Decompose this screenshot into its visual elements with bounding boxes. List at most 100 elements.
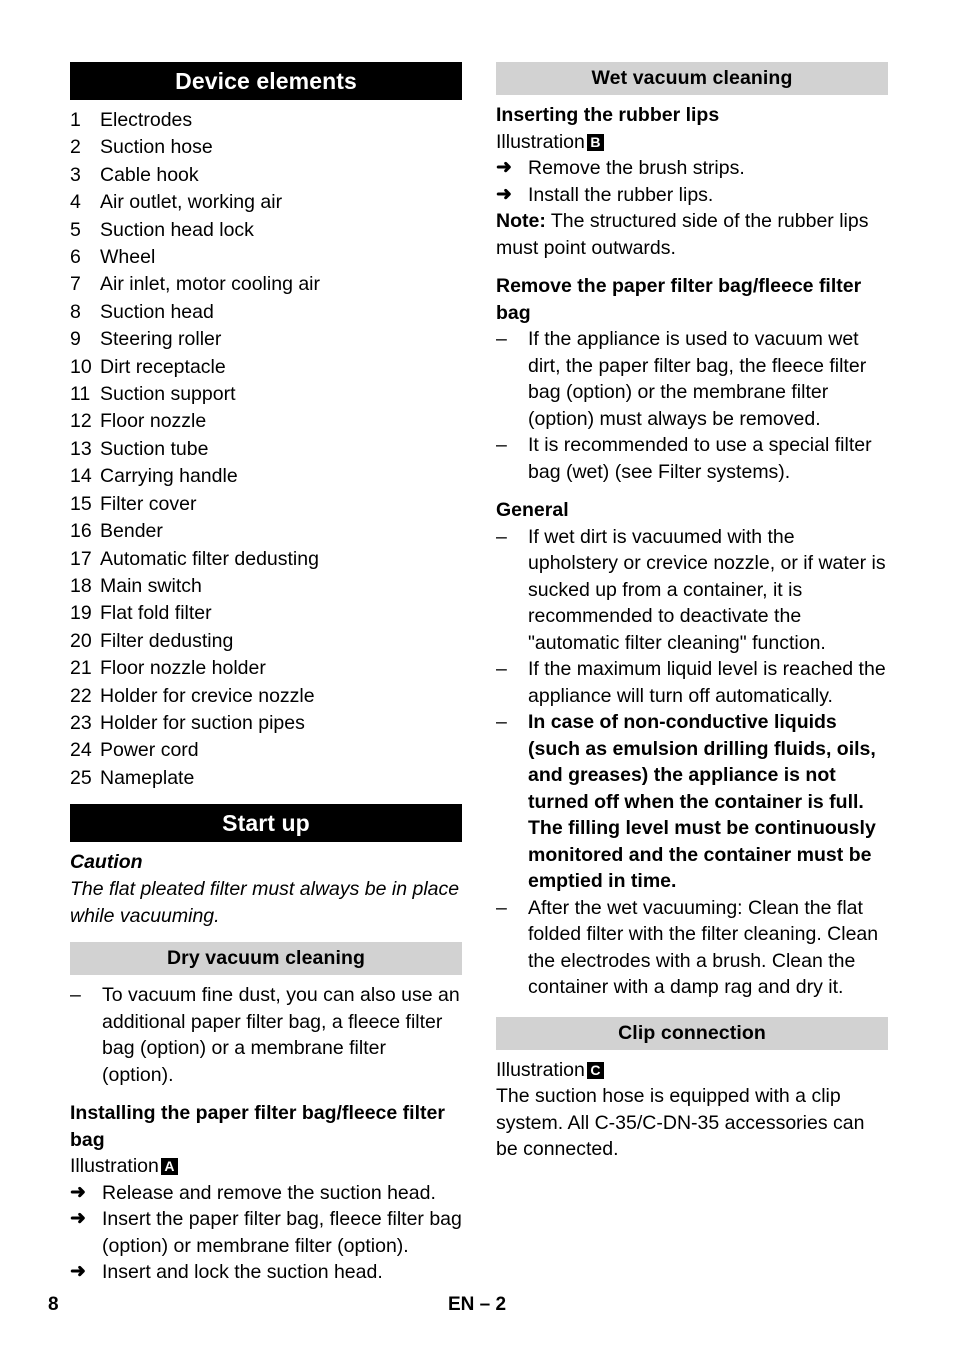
dry-vacuum-step: ➜ Insert the paper filter bag, fleece fil… [70,1206,462,1259]
device-element-item: 23 Holder for suction pipes [70,710,462,737]
device-element-item: 1 Electrodes [70,107,462,134]
device-element-item: 5 Suction head lock [70,217,462,244]
illustration-badge-b: B [586,133,604,151]
dash-bullet-icon: – [496,658,507,680]
device-element-number: 18 [70,574,92,597]
general-bullet-text: If wet dirt is vacuumed with the upholst… [528,525,886,654]
device-element-label: Holder for crevice nozzle [100,684,315,707]
dry-vacuum-step: ➜ Release and remove the suction head. [70,1180,462,1207]
two-column-body: Device elements 1 Electrodes 2 Suction hose… [70,62,888,1286]
device-element-item: 11 Suction support [70,381,462,408]
dry-vacuum-bullet-list: – To vacuum fine dust, you can also use a… [70,982,462,1088]
arrow-bullet-icon: ➜ [496,157,512,178]
general-bullet: – If wet dirt is vacuumed with the uphols… [496,524,888,657]
illustration-reference-a: Illustration A [70,1153,462,1180]
subheading-general: General [496,499,569,521]
device-element-label: Automatic filter dedusting [100,547,319,570]
device-element-number: 4 [70,191,81,214]
device-element-number: 25 [70,766,92,789]
device-element-label: Suction head lock [100,218,254,241]
device-element-number: 23 [70,711,92,734]
arrow-bullet-icon: ➜ [70,1181,86,1203]
remove-filter-bag-bullet-text: It is recommended to use a special filte… [528,434,872,483]
dry-vacuum-bullet-text: To vacuum fine dust, you can also use an… [102,984,460,1086]
device-element-label: Bender [100,520,163,543]
section-heading-device-elements: Device elements [70,62,462,100]
subheading-remove-filter-bag: Remove the paper filter bag/fleece filte… [496,275,862,324]
device-element-number: 2 [70,136,81,159]
device-element-item: 13 Suction tube [70,436,462,463]
device-element-label: Flat fold filter [100,602,212,625]
subheading-installing-filter-bag: Installing the paper filter bag/fleece f… [70,1102,445,1151]
device-element-number: 17 [70,547,92,570]
illustration-reference-c: Illustration C [496,1057,888,1084]
right-column: Wet vacuum cleaning Inserting the rubber… [496,62,888,1286]
device-element-item: 2 Suction hose [70,134,462,161]
device-element-item: 3 Cable hook [70,162,462,189]
device-element-number: 24 [70,739,92,762]
device-element-number: 5 [70,218,81,241]
section-heading-wet-vacuum-cleaning: Wet vacuum cleaning [496,62,888,95]
device-element-label: Floor nozzle [100,410,207,433]
note-text: The structured side of the rubber lips m… [496,210,869,259]
general-bullet-text: After the wet vacuuming: Clean the flat … [528,896,879,999]
device-element-number: 10 [70,355,92,378]
device-element-number: 12 [70,410,92,433]
illustration-reference-b: Illustration B [496,129,888,156]
note-paragraph: Note: The structured side of the rubber … [496,208,888,261]
illustration-label: Illustration [496,130,585,153]
device-element-item: 8 Suction head [70,299,462,326]
general-bullet: – In case of non-conductive liquids (such… [496,709,888,895]
device-element-number: 1 [70,109,81,131]
remove-filter-bag-bullet: – If the appliance is used to vacuum wet … [496,326,888,432]
device-element-label: Cable hook [100,163,199,186]
device-element-label: Air inlet, motor cooling air [100,273,321,296]
device-element-label: Power cord [100,739,199,762]
document-page: Device elements 1 Electrodes 2 Suction hose… [0,0,954,1354]
device-element-label: Main switch [100,574,202,597]
device-element-label: Suction support [100,383,236,406]
dash-bullet-icon: – [496,896,507,919]
rubber-lips-step-list: ➜ Remove the brush strips. ➜ Install the ru… [496,155,888,208]
dash-bullet-icon: – [496,434,507,456]
device-element-label: Suction tube [100,437,209,460]
device-element-item: 9 Steering roller [70,326,462,353]
illustration-badge-c: C [586,1061,604,1079]
dash-bullet-icon: – [70,984,81,1007]
arrow-bullet-icon: ➜ [70,1208,86,1230]
device-element-label: Suction head [100,300,214,323]
device-element-item: 21 Floor nozzle holder [70,655,462,682]
page-footer: 8 EN – 2 [0,1292,954,1322]
illustration-badge-a: A [160,1158,178,1176]
remove-filter-bag-bullet: – It is recommended to use a special filt… [496,432,888,485]
device-element-label: Electrodes [100,109,193,131]
device-element-number: 11 [70,383,91,406]
device-element-label: Suction hose [100,136,213,159]
caution-title: Caution [70,851,143,874]
dry-vacuum-step-text: Release and remove the suction head. [102,1181,436,1204]
device-element-number: 21 [70,657,92,680]
section-heading-clip-connection: Clip connection [496,1016,888,1050]
device-element-item: 4 Air outlet, working air [70,189,462,216]
device-element-item: 15 Filter cover [70,491,462,518]
illustration-label: Illustration [496,1058,585,1081]
device-element-label: Filter cover [100,492,197,515]
device-element-number: 16 [70,520,92,543]
general-bullet: – After the wet vacuuming: Clean the flat… [496,895,888,1001]
rubber-lips-step-text: Install the rubber lips. [528,183,714,206]
device-element-item: 24 Power cord [70,737,462,764]
dash-bullet-icon: – [496,711,507,733]
device-element-item: 14 Carrying handle [70,463,462,490]
rubber-lips-step-text: Remove the brush strips. [528,157,745,179]
device-element-item: 6 Wheel [70,244,462,271]
arrow-bullet-icon: ➜ [496,183,512,205]
device-element-number: 13 [70,437,92,460]
device-element-number: 9 [70,328,81,351]
dry-vacuum-step-text: Insert and lock the suction head. [102,1261,383,1284]
subheading-inserting-rubber-lips: Inserting the rubber lips [496,104,720,126]
device-element-number: 20 [70,629,92,652]
device-element-item: 12 Floor nozzle [70,408,462,435]
device-element-item: 10 Dirt receptacle [70,354,462,381]
device-element-number: 6 [70,246,81,269]
